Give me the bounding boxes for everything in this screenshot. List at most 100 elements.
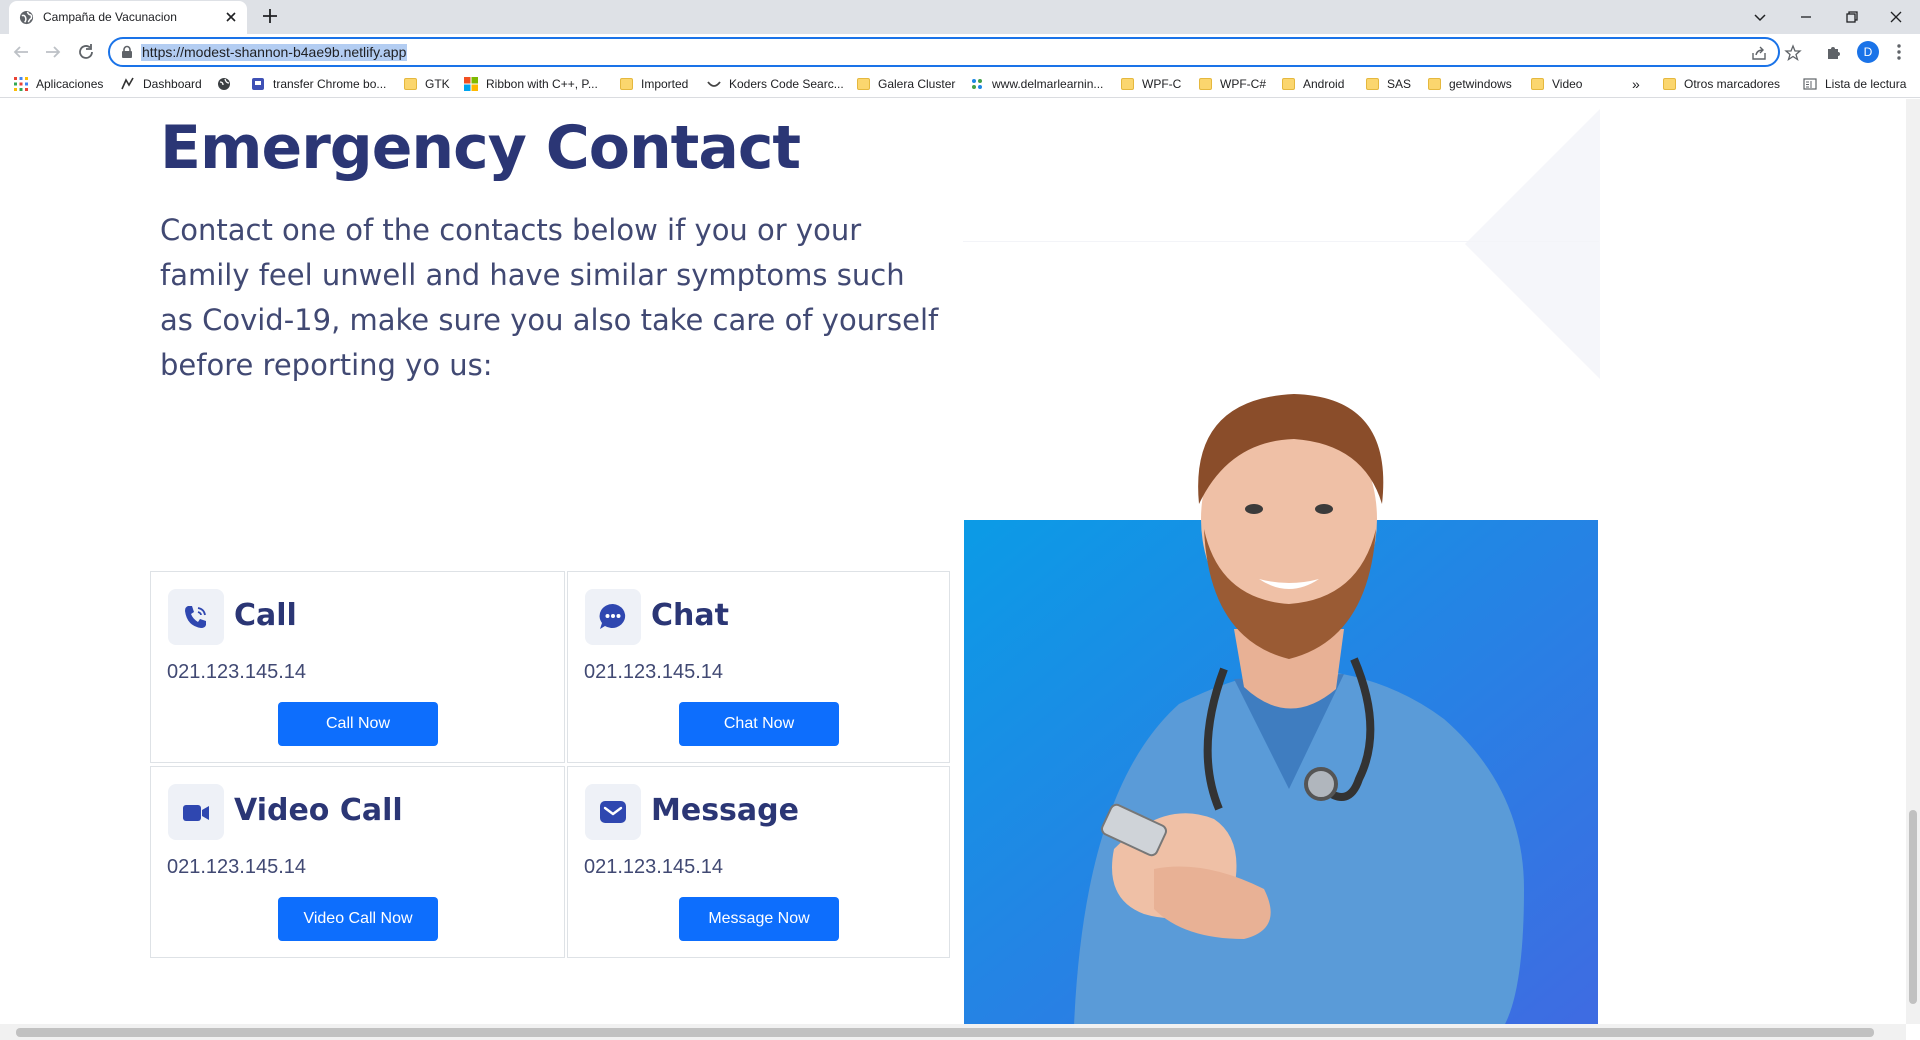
bookmark-item[interactable]: Galera Cluster <box>857 75 955 93</box>
close-tab-icon[interactable] <box>223 9 239 25</box>
globe-icon <box>218 78 230 90</box>
folder-icon <box>1531 78 1544 90</box>
contact-phone-number: 021.123.145.14 <box>584 661 724 683</box>
bookmark-label: Aplicaciones <box>36 77 104 91</box>
kebab-menu-icon[interactable] <box>1890 42 1908 62</box>
folder-icon <box>857 78 870 90</box>
reload-icon[interactable] <box>74 40 98 64</box>
bookmark-label: Dashboard <box>143 77 202 91</box>
reading-list[interactable]: Lista de lectura <box>1803 75 1906 93</box>
new-tab-icon[interactable] <box>260 6 280 26</box>
folder-icon <box>404 78 417 90</box>
card-icon-box <box>168 589 224 645</box>
contact-card-title: Call <box>234 598 297 633</box>
contact-card-title: Message <box>651 793 799 828</box>
other-bookmarks[interactable]: Otros marcadores <box>1663 75 1780 93</box>
bookmark-item[interactable]: SAS <box>1366 75 1411 93</box>
bookmark-item[interactable]: Ribbon with C++, P... <box>464 75 598 93</box>
contact-phone-number: 021.123.145.14 <box>167 661 307 683</box>
bookmark-item[interactable]: www.delmarlearnin... <box>970 75 1103 93</box>
reading-list-label: Lista de lectura <box>1825 77 1907 91</box>
koders-icon <box>707 81 721 87</box>
vertical-scrollbar-thumb[interactable] <box>1909 810 1917 1004</box>
bookmark-label: Koders Code Searc... <box>729 77 844 91</box>
video-call-now-button[interactable]: Video Call Now <box>278 897 438 941</box>
decorative-triangle <box>1465 109 1600 379</box>
minimize-icon[interactable] <box>1794 5 1818 29</box>
dashboard-icon <box>121 77 134 90</box>
bookmark-label: transfer Chrome bo... <box>273 77 387 91</box>
bookmark-item[interactable] <box>217 75 239 93</box>
bookmark-item[interactable]: Imported <box>620 75 688 93</box>
bookmark-item[interactable]: Dashboard <box>121 75 202 93</box>
lock-icon[interactable] <box>120 45 134 59</box>
bookmark-label: www.delmarlearnin... <box>992 77 1104 91</box>
folder-icon <box>1121 78 1134 90</box>
delmar-icon <box>972 79 982 89</box>
address-bar[interactable]: https://modest-shannon-b4ae9b.netlify.ap… <box>108 37 1802 67</box>
bookmark-label: WPF-C# <box>1220 77 1266 91</box>
globe-icon <box>19 10 34 25</box>
contact-card-title: Chat <box>651 598 729 633</box>
folder-icon <box>1663 78 1676 90</box>
decorative-divider <box>963 241 1599 242</box>
tab-title: Campaña de Vacunacion <box>43 10 177 24</box>
folder-icon <box>1428 78 1441 90</box>
share-icon[interactable] <box>1750 44 1768 62</box>
envelope-icon <box>600 801 626 823</box>
contact-card-message: Message 021.123.145.14 Message Now <box>567 766 950 958</box>
bookmark-item[interactable]: WPF-C# <box>1199 75 1266 93</box>
browser-toolbar: https://modest-shannon-b4ae9b.netlify.ap… <box>0 34 1920 70</box>
card-icon-box <box>585 784 641 840</box>
browser-tab[interactable]: Campaña de Vacunacion <box>9 1 247 34</box>
forward-arrow-icon[interactable] <box>41 40 65 64</box>
vertical-scrollbar[interactable] <box>1906 99 1920 1024</box>
bookmarks-overflow-button[interactable]: » <box>1632 75 1640 93</box>
bookmark-item[interactable]: Koders Code Searc... <box>707 75 844 93</box>
page-description: Contact one of the contacts below if you… <box>160 213 939 382</box>
close-window-icon[interactable] <box>1884 5 1908 29</box>
bookmark-label: Galera Cluster <box>878 77 956 91</box>
tab-search-icon[interactable] <box>1748 5 1772 29</box>
windows-logo-icon <box>464 77 478 91</box>
restore-icon[interactable] <box>1840 5 1864 29</box>
call-now-button[interactable]: Call Now <box>278 702 438 746</box>
bookmark-label: Android <box>1303 77 1345 91</box>
card-icon-box <box>168 784 224 840</box>
card-icon-box <box>585 589 641 645</box>
tab-strip: Campaña de Vacunacion <box>0 0 1920 34</box>
folder-icon <box>1366 78 1379 90</box>
bookmark-item[interactable]: GTK <box>404 75 450 93</box>
bookmark-item[interactable]: Aplicaciones <box>14 75 103 93</box>
contact-phone-number: 021.123.145.14 <box>167 856 307 878</box>
other-bookmarks-label: Otros marcadores <box>1684 77 1781 91</box>
horizontal-scrollbar-thumb[interactable] <box>16 1028 1874 1037</box>
contact-phone-number: 021.123.145.14 <box>584 856 724 878</box>
phone-icon <box>185 606 206 628</box>
url-text[interactable]: https://modest-shannon-b4ae9b.netlify.ap… <box>141 44 408 61</box>
chat-bubble-icon <box>599 603 626 629</box>
bookmark-item[interactable]: getwindows <box>1428 75 1512 93</box>
bookmark-item[interactable]: Android <box>1282 75 1344 93</box>
back-arrow-icon[interactable] <box>9 40 33 64</box>
apps-grid-icon <box>14 77 28 91</box>
extensions-puzzle-icon[interactable] <box>1825 43 1843 61</box>
profile-avatar[interactable]: D <box>1857 41 1879 63</box>
bookmark-item[interactable]: Video <box>1531 75 1582 93</box>
page-title: Emergency Contact <box>160 113 801 183</box>
bookmarks-bar: Aplicaciones Dashboard transfer Chrome b… <box>0 70 1920 98</box>
bookmark-item[interactable]: transfer Chrome bo... <box>251 75 386 93</box>
chrome-app-icon <box>252 78 264 90</box>
chat-now-button[interactable]: Chat Now <box>679 702 839 746</box>
message-now-button[interactable]: Message Now <box>679 897 839 941</box>
doctor-photo <box>964 394 1598 1024</box>
bookmark-star-icon[interactable] <box>1784 44 1802 62</box>
bookmark-item[interactable]: WPF-C <box>1121 75 1181 93</box>
horizontal-scrollbar[interactable] <box>0 1024 1906 1040</box>
folder-icon <box>1282 78 1295 90</box>
video-camera-icon <box>183 805 209 821</box>
bookmark-label: Imported <box>641 77 689 91</box>
contact-card-call: Call 021.123.145.14 Call Now <box>150 571 565 763</box>
bookmark-label: GTK <box>425 77 450 91</box>
bookmark-label: SAS <box>1387 77 1412 91</box>
